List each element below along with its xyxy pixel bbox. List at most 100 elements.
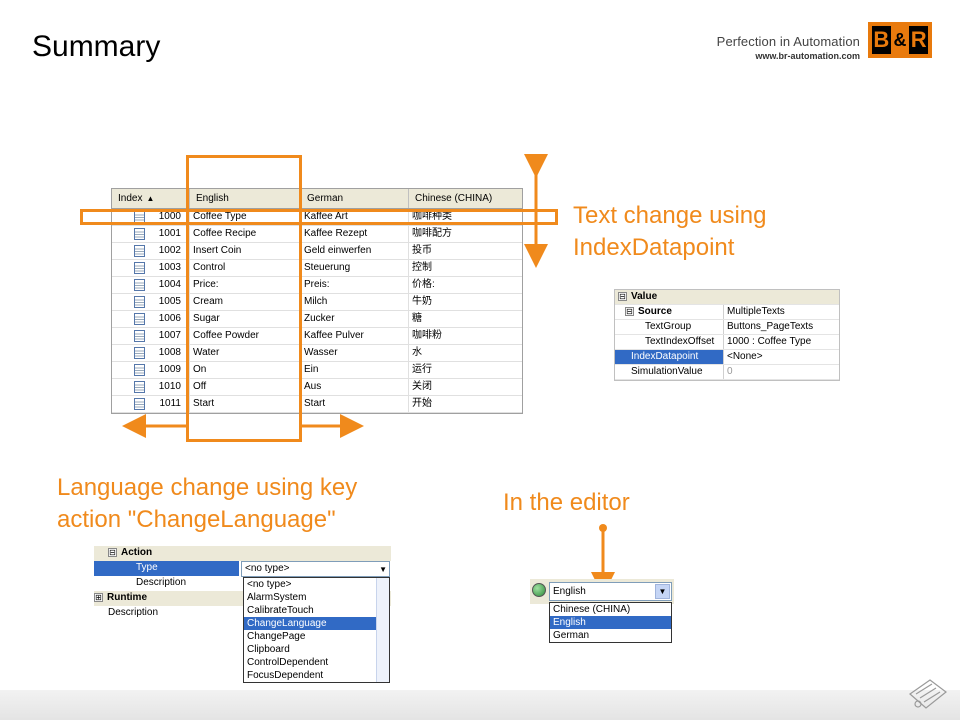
- value-category[interactable]: ⊟ Value: [615, 290, 839, 305]
- text-entry-icon: [133, 279, 145, 291]
- chinese-cell[interactable]: 牛奶: [409, 294, 522, 310]
- dropdown-option[interactable]: <no type>: [244, 578, 389, 591]
- value-properties-panel: ⊟ Value ⊟ Source MultipleTexts TextGroup B…: [614, 289, 840, 381]
- table-row[interactable]: 1003 Control Steuerung 控制: [112, 260, 522, 277]
- collapse-toggle-icon[interactable]: ⊟: [108, 547, 117, 557]
- dropdown-option[interactable]: FocusDependent: [244, 669, 389, 682]
- prop-textgroup[interactable]: TextGroup Buttons_PageTexts: [615, 320, 839, 335]
- in-editor-label: In the editor: [503, 489, 630, 516]
- sort-up-icon: ▲: [146, 194, 155, 203]
- brand-tagline: Perfection in Automation www.br-automati…: [705, 34, 860, 61]
- chinese-cell[interactable]: 咖啡配方: [409, 226, 522, 242]
- english-column-highlight: [186, 155, 302, 442]
- table-row[interactable]: 1001 Coffee Recipe Kaffee Rezept 咖啡配方: [112, 226, 522, 243]
- expand-toggle-icon[interactable]: ⊞: [94, 592, 103, 602]
- german-cell[interactable]: Wasser: [301, 345, 409, 361]
- text-entry-icon: [133, 347, 145, 359]
- chevron-down-icon[interactable]: ▼: [379, 563, 387, 577]
- german-cell[interactable]: Zucker: [301, 311, 409, 327]
- language-change-label: Language change using key action "Change…: [57, 472, 357, 536]
- text-entry-icon: [133, 262, 145, 274]
- table-row[interactable]: 1007 Coffee Powder Kaffee Pulver 咖啡粉: [112, 328, 522, 345]
- text-entry-icon: [133, 381, 145, 393]
- dropdown-option[interactable]: Clipboard: [244, 643, 389, 656]
- collapse-toggle-icon[interactable]: ⊟: [618, 291, 627, 301]
- action-type-dropdown[interactable]: <no type> AlarmSystem CalibrateTouch Change…: [243, 577, 390, 683]
- index-cell: 1011: [112, 396, 190, 412]
- table-row[interactable]: 1010 Off Aus 关闭: [112, 379, 522, 396]
- prop-simulationvalue[interactable]: SimulationValue 0: [615, 365, 839, 380]
- german-cell[interactable]: Preis:: [301, 277, 409, 293]
- text-entry-icon: [133, 364, 145, 376]
- chinese-cell[interactable]: 控制: [409, 260, 522, 276]
- logo-ampersand: &: [892, 24, 908, 56]
- action-type-select[interactable]: <no type> ▼: [241, 561, 390, 577]
- table-row[interactable]: 1011 Start Start 开始: [112, 396, 522, 413]
- collapse-toggle-icon[interactable]: ⊟: [625, 306, 634, 316]
- dropdown-option[interactable]: AlarmSystem: [244, 591, 389, 604]
- language-change-line2: action "ChangeLanguage": [57, 506, 336, 533]
- table-row[interactable]: 1005 Cream Milch 牛奶: [112, 294, 522, 311]
- logo-letter-r: R: [909, 26, 929, 54]
- dropdown-scrollbar[interactable]: [376, 578, 389, 682]
- german-cell[interactable]: Kaffee Rezept: [301, 226, 409, 242]
- german-cell[interactable]: Geld einwerfen: [301, 243, 409, 259]
- index-cell: 1002: [112, 243, 190, 259]
- website-text: www.br-automation.com: [755, 51, 860, 61]
- text-entry-icon: [133, 245, 145, 257]
- index-cell: 1010: [112, 379, 190, 395]
- language-select[interactable]: English ▼: [549, 582, 672, 601]
- footer-bar: [0, 690, 960, 720]
- prop-textindexoffset[interactable]: TextIndexOffset 1000 : Coffee Type: [615, 335, 839, 350]
- dropdown-option[interactable]: CalibrateTouch: [244, 604, 389, 617]
- chinese-cell[interactable]: 糖: [409, 311, 522, 327]
- prop-source[interactable]: ⊟ Source MultipleTexts: [615, 305, 839, 320]
- index-cell: 1006: [112, 311, 190, 327]
- prop-indexdatapoint[interactable]: IndexDatapoint <None>: [615, 350, 839, 365]
- table-row[interactable]: 1004 Price: Preis: 价格:: [112, 277, 522, 294]
- dropdown-option[interactable]: ControlDependent: [244, 656, 389, 669]
- chinese-cell[interactable]: 价格:: [409, 277, 522, 293]
- text-change-line2: IndexDatapoint: [573, 234, 735, 261]
- header-chinese[interactable]: Chinese (CHINA): [409, 189, 522, 208]
- index-cell: 1008: [112, 345, 190, 361]
- chinese-cell[interactable]: 开始: [409, 396, 522, 412]
- indexdatapoint-input[interactable]: <None>: [724, 350, 839, 364]
- text-entry-icon: [134, 398, 146, 410]
- action-category[interactable]: ⊟ Action: [94, 546, 391, 561]
- index-cell: 1009: [112, 362, 190, 378]
- text-change-line1: Text change using: [573, 202, 767, 229]
- chevron-down-icon[interactable]: ▼: [655, 584, 670, 599]
- german-cell[interactable]: Start: [301, 396, 409, 412]
- language-dropdown[interactable]: Chinese (CHINA) English German: [549, 602, 672, 643]
- index-cell: 1004: [112, 277, 190, 293]
- index-cell: 1001: [112, 226, 190, 242]
- language-option[interactable]: Chinese (CHINA): [550, 603, 671, 616]
- dropdown-option[interactable]: ChangeLanguage: [244, 617, 389, 630]
- chinese-cell[interactable]: 咖啡粉: [409, 328, 522, 344]
- br-logo: B & R: [868, 22, 932, 58]
- table-row[interactable]: 1006 Sugar Zucker 糖: [112, 311, 522, 328]
- chinese-cell[interactable]: 关闭: [409, 379, 522, 395]
- german-cell[interactable]: Aus: [301, 379, 409, 395]
- language-change-line1: Language change using key: [57, 474, 358, 501]
- chinese-cell[interactable]: 投币: [409, 243, 522, 259]
- chinese-cell[interactable]: 水: [409, 345, 522, 361]
- text-entry-icon: [133, 330, 145, 342]
- table-row[interactable]: 1008 Water Wasser 水: [112, 345, 522, 362]
- german-cell[interactable]: Ein: [301, 362, 409, 378]
- german-cell[interactable]: Steuerung: [301, 260, 409, 276]
- text-entry-icon: [133, 313, 145, 325]
- dropdown-option[interactable]: ChangePage: [244, 630, 389, 643]
- language-option[interactable]: English: [550, 616, 671, 629]
- index-cell: 1003: [112, 260, 190, 276]
- language-option[interactable]: German: [550, 629, 671, 642]
- table-row[interactable]: 1009 On Ein 运行: [112, 362, 522, 379]
- header-german[interactable]: German: [301, 189, 409, 208]
- german-cell[interactable]: Kaffee Pulver: [301, 328, 409, 344]
- chinese-cell[interactable]: 运行: [409, 362, 522, 378]
- table-row[interactable]: 1002 Insert Coin Geld einwerfen 投币: [112, 243, 522, 260]
- german-cell[interactable]: Milch: [301, 294, 409, 310]
- header-index[interactable]: Index ▲: [112, 189, 190, 208]
- corner-logo-icon: [909, 679, 947, 709]
